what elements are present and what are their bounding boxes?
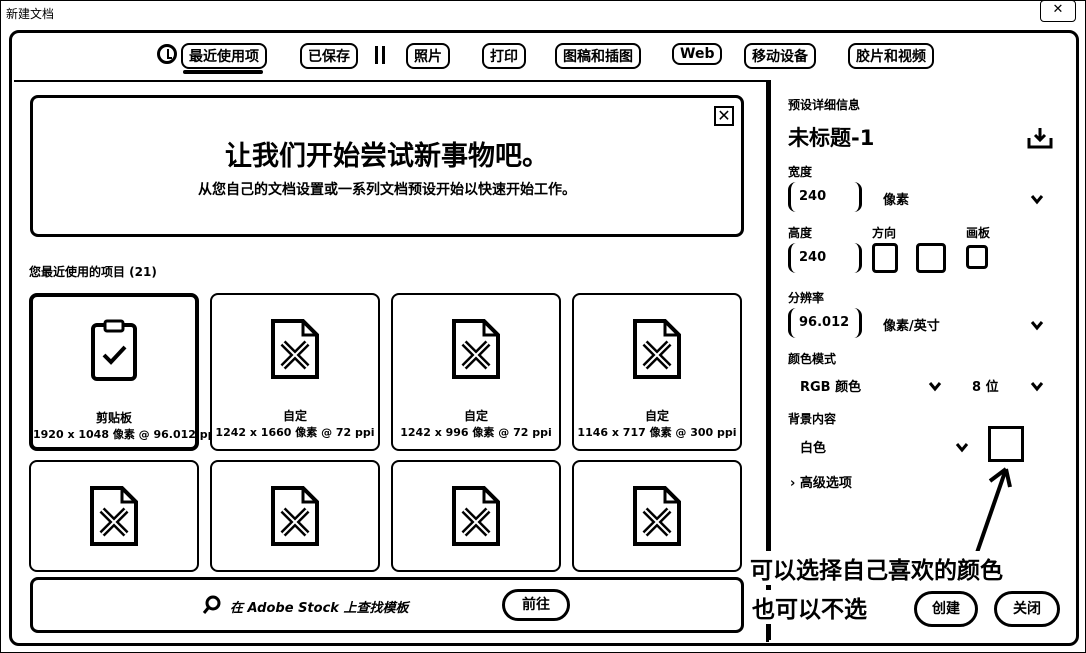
annotation-line-1: 可以选择自己喜欢的颜色 <box>750 551 1003 585</box>
chevron-down-icon[interactable] <box>1030 379 1044 393</box>
item-size: 1242 x 996 像素 @ 72 ppi <box>400 426 552 439</box>
portrait-orientation-icon[interactable] <box>872 243 898 273</box>
background-label: 背景内容 <box>788 412 837 426</box>
background-select[interactable]: 白色 <box>800 437 826 456</box>
orientation-label: 方向 <box>872 226 897 240</box>
color-mode-select[interactable]: RGB 颜色 <box>800 376 861 395</box>
chevron-down-icon[interactable] <box>1030 318 1044 332</box>
preset-section-label: 预设详细信息 <box>788 98 861 112</box>
clock-icon <box>157 44 177 64</box>
custom-doc-icon <box>452 319 500 379</box>
chevron-down-icon[interactable] <box>955 440 969 454</box>
artboard-label: 画板 <box>966 226 991 240</box>
color-mode-label: 颜色模式 <box>788 352 837 366</box>
recent-items-title: 您最近使用的项目 (21) <box>29 265 157 279</box>
tab-web[interactable]: Web <box>672 43 723 65</box>
custom-doc-icon <box>271 319 319 379</box>
recent-item-custom[interactable] <box>29 460 199 572</box>
item-size: 1920 x 1048 像素 @ 96.012 ppi <box>33 428 220 441</box>
width-label: 宽度 <box>788 165 813 179</box>
item-size: 1242 x 1660 像素 @ 72 ppi <box>215 426 375 439</box>
recent-item-custom[interactable]: 自定 1146 x 717 像素 @ 300 ppi <box>572 293 742 451</box>
welcome-subtext: 从您自己的文档设置或一系列文档预设开始以快速开始工作。 <box>198 182 576 198</box>
height-input[interactable]: 240 <box>788 243 862 273</box>
item-name: 自定 <box>282 409 307 423</box>
go-button[interactable]: 前往 <box>502 589 570 621</box>
tab-print[interactable]: 打印 <box>482 43 526 69</box>
height-label: 高度 <box>788 226 813 240</box>
tab-art-illustration[interactable]: 图稿和插图 <box>555 43 641 69</box>
close-button[interactable]: 关闭 <box>994 591 1060 627</box>
custom-doc-icon <box>90 486 138 546</box>
custom-doc-icon <box>633 319 681 379</box>
resolution-label: 分辨率 <box>788 291 825 305</box>
item-name: 自定 <box>644 409 669 423</box>
custom-doc-icon <box>271 486 319 546</box>
width-unit-select[interactable]: 像素 <box>883 189 909 208</box>
tab-film-video[interactable]: 胶片和视频 <box>848 43 934 69</box>
resolution-unit-select[interactable]: 像素/英寸 <box>883 315 940 334</box>
clipboard-check-icon <box>91 319 137 381</box>
recent-item-custom[interactable] <box>391 460 561 572</box>
title-bar: 新建文档 ✕ <box>0 0 1084 26</box>
document-name[interactable]: 未标题-1 <box>788 122 874 152</box>
tab-saved[interactable]: 已保存 <box>300 43 358 69</box>
item-name: 自定 <box>463 409 488 423</box>
adobe-stock-link[interactable]: 在 Adobe Stock 上查找模板 <box>230 597 408 616</box>
chevron-right-icon: › <box>790 476 796 491</box>
item-name: 剪贴板 <box>95 411 132 425</box>
advanced-options-toggle[interactable]: › 高级选项 <box>790 472 852 491</box>
recent-item-custom[interactable]: 自定 1242 x 996 像素 @ 72 ppi <box>391 293 561 451</box>
close-icon[interactable]: ✕ <box>714 106 734 126</box>
custom-doc-icon <box>452 486 500 546</box>
recent-item-custom[interactable] <box>210 460 380 572</box>
search-icon <box>202 595 221 614</box>
chevron-down-icon[interactable] <box>928 379 942 393</box>
recent-item-custom[interactable]: 自定 1242 x 1660 像素 @ 72 ppi <box>210 293 380 451</box>
tab-recent[interactable]: 最近使用项 <box>181 43 267 69</box>
artboard-checkbox[interactable] <box>966 245 988 269</box>
resolution-input[interactable]: 96.012 <box>788 308 862 338</box>
landscape-orientation-icon[interactable] <box>916 243 946 273</box>
window-title: 新建文档 <box>6 7 55 21</box>
annotation-line-2: 也可以不选 <box>752 590 867 624</box>
custom-doc-icon <box>633 486 681 546</box>
width-input[interactable]: 240 <box>788 182 862 212</box>
save-preset-icon[interactable] <box>1026 126 1054 150</box>
tab-divider <box>375 46 385 64</box>
active-tab-indicator <box>183 70 263 74</box>
create-button[interactable]: 创建 <box>914 591 978 627</box>
advanced-options-label: 高级选项 <box>799 476 852 491</box>
tab-photo[interactable]: 照片 <box>406 43 450 69</box>
tab-mobile[interactable]: 移动设备 <box>744 43 816 69</box>
bit-depth-select[interactable]: 8 位 <box>972 376 999 395</box>
window-close-button[interactable]: ✕ <box>1040 0 1076 22</box>
recent-item-clipboard[interactable]: 剪贴板 1920 x 1048 像素 @ 96.012 ppi <box>29 293 220 451</box>
welcome-heading: 让我们开始尝试新事物吧。 <box>225 141 549 172</box>
chevron-down-icon[interactable] <box>1030 192 1044 206</box>
item-size: 1146 x 717 像素 @ 300 ppi <box>577 426 737 439</box>
recent-item-custom[interactable] <box>572 460 742 572</box>
